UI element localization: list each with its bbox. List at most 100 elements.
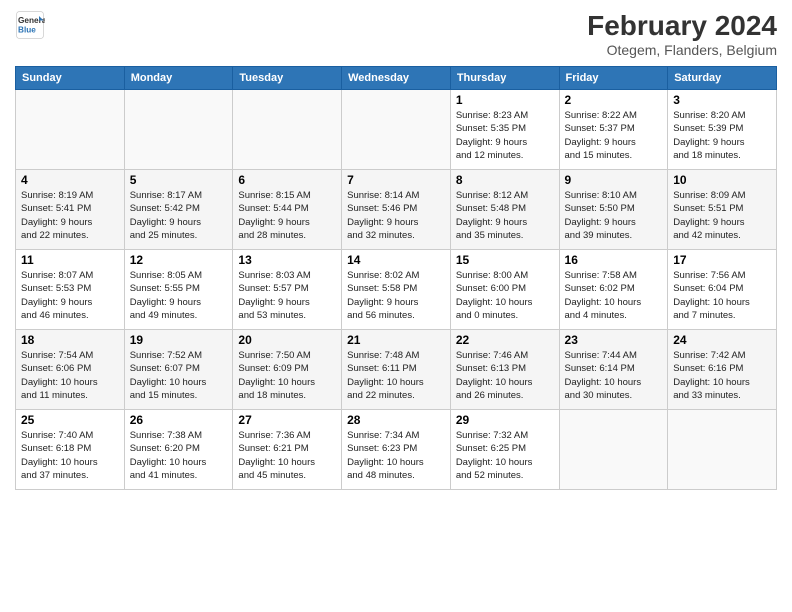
main-title: February 2024 — [587, 10, 777, 42]
day-number: 22 — [456, 333, 554, 347]
table-cell: 3 Sunrise: 8:20 AM Sunset: 5:39 PM Daylig… — [668, 90, 777, 170]
day-info: Sunrise: 8:15 AM Sunset: 5:44 PM Dayligh… — [238, 189, 336, 242]
table-cell: 18 Sunrise: 7:54 AM Sunset: 6:06 PM Dayli… — [16, 330, 125, 410]
table-cell: 25 Sunrise: 7:40 AM Sunset: 6:18 PM Dayli… — [16, 410, 125, 490]
day-number: 5 — [130, 173, 228, 187]
table-cell: 29 Sunrise: 7:32 AM Sunset: 6:25 PM Dayli… — [450, 410, 559, 490]
day-number: 29 — [456, 413, 554, 427]
day-number: 18 — [21, 333, 119, 347]
header-friday: Friday — [559, 67, 668, 90]
day-number: 9 — [565, 173, 663, 187]
table-cell — [668, 410, 777, 490]
header-thursday: Thursday — [450, 67, 559, 90]
week-row-4: 18 Sunrise: 7:54 AM Sunset: 6:06 PM Dayli… — [16, 330, 777, 410]
day-number: 14 — [347, 253, 445, 267]
table-cell: 8Sunrise: 8:12 AM Sunset: 5:48 PM Daylig… — [450, 170, 559, 250]
table-cell: 4 Sunrise: 8:19 AM Sunset: 5:41 PM Daylig… — [16, 170, 125, 250]
table-cell: 11 Sunrise: 8:07 AM Sunset: 5:53 PM Dayli… — [16, 250, 125, 330]
header-saturday: Saturday — [668, 67, 777, 90]
day-number: 6 — [238, 173, 336, 187]
table-cell: 26 Sunrise: 7:38 AM Sunset: 6:20 PM Dayli… — [124, 410, 233, 490]
table-cell: 13Sunrise: 8:03 AM Sunset: 5:57 PM Dayli… — [233, 250, 342, 330]
day-number: 1 — [456, 93, 554, 107]
day-number: 20 — [238, 333, 336, 347]
table-cell: 9Sunrise: 8:10 AM Sunset: 5:50 PM Daylig… — [559, 170, 668, 250]
table-cell: 21 Sunrise: 7:48 AM Sunset: 6:11 PM Dayli… — [342, 330, 451, 410]
day-info: Sunrise: 7:48 AM Sunset: 6:11 PM Dayligh… — [347, 349, 445, 402]
day-info: Sunrise: 7:46 AM Sunset: 6:13 PM Dayligh… — [456, 349, 554, 402]
header-wednesday: Wednesday — [342, 67, 451, 90]
day-number: 27 — [238, 413, 336, 427]
day-info: Sunrise: 8:12 AM Sunset: 5:48 PM Dayligh… — [456, 189, 554, 242]
week-row-1: 1 Sunrise: 8:23 AM Sunset: 5:35 PM Daylig… — [16, 90, 777, 170]
day-number: 3 — [673, 93, 771, 107]
calendar-header: Sunday Monday Tuesday Wednesday Thursday… — [16, 67, 777, 90]
day-info: Sunrise: 7:34 AM Sunset: 6:23 PM Dayligh… — [347, 429, 445, 482]
table-cell: 22 Sunrise: 7:46 AM Sunset: 6:13 PM Dayli… — [450, 330, 559, 410]
week-row-3: 11 Sunrise: 8:07 AM Sunset: 5:53 PM Dayli… — [16, 250, 777, 330]
table-cell: 1 Sunrise: 8:23 AM Sunset: 5:35 PM Daylig… — [450, 90, 559, 170]
day-info: Sunrise: 8:19 AM Sunset: 5:41 PM Dayligh… — [21, 189, 119, 242]
logo: General Blue — [15, 10, 45, 40]
day-info: Sunrise: 7:54 AM Sunset: 6:06 PM Dayligh… — [21, 349, 119, 402]
day-info: Sunrise: 7:50 AM Sunset: 6:09 PM Dayligh… — [238, 349, 336, 402]
day-number: 17 — [673, 253, 771, 267]
day-info: Sunrise: 8:05 AM Sunset: 5:55 PM Dayligh… — [130, 269, 228, 322]
day-info: Sunrise: 7:36 AM Sunset: 6:21 PM Dayligh… — [238, 429, 336, 482]
day-info: Sunrise: 7:56 AM Sunset: 6:04 PM Dayligh… — [673, 269, 771, 322]
logo-icon: General Blue — [15, 10, 45, 40]
day-number: 15 — [456, 253, 554, 267]
day-number: 7 — [347, 173, 445, 187]
day-info: Sunrise: 8:07 AM Sunset: 5:53 PM Dayligh… — [21, 269, 119, 322]
day-info: Sunrise: 7:52 AM Sunset: 6:07 PM Dayligh… — [130, 349, 228, 402]
day-info: Sunrise: 8:14 AM Sunset: 5:46 PM Dayligh… — [347, 189, 445, 242]
day-info: Sunrise: 7:32 AM Sunset: 6:25 PM Dayligh… — [456, 429, 554, 482]
table-cell: 23Sunrise: 7:44 AM Sunset: 6:14 PM Dayli… — [559, 330, 668, 410]
header-row: Sunday Monday Tuesday Wednesday Thursday… — [16, 67, 777, 90]
day-info: Sunrise: 7:40 AM Sunset: 6:18 PM Dayligh… — [21, 429, 119, 482]
header-monday: Monday — [124, 67, 233, 90]
day-info: Sunrise: 7:58 AM Sunset: 6:02 PM Dayligh… — [565, 269, 663, 322]
day-info: Sunrise: 7:42 AM Sunset: 6:16 PM Dayligh… — [673, 349, 771, 402]
day-info: Sunrise: 8:09 AM Sunset: 5:51 PM Dayligh… — [673, 189, 771, 242]
day-number: 13 — [238, 253, 336, 267]
table-cell: 10 Sunrise: 8:09 AM Sunset: 5:51 PM Dayli… — [668, 170, 777, 250]
table-cell: 19 Sunrise: 7:52 AM Sunset: 6:07 PM Dayli… — [124, 330, 233, 410]
day-number: 25 — [21, 413, 119, 427]
table-cell: 16 Sunrise: 7:58 AM Sunset: 6:02 PM Dayli… — [559, 250, 668, 330]
day-info: Sunrise: 8:23 AM Sunset: 5:35 PM Dayligh… — [456, 109, 554, 162]
day-number: 19 — [130, 333, 228, 347]
subtitle: Otegem, Flanders, Belgium — [587, 42, 777, 58]
table-cell: 2Sunrise: 8:22 AM Sunset: 5:37 PM Daylig… — [559, 90, 668, 170]
day-number: 16 — [565, 253, 663, 267]
header: General Blue February 2024 Otegem, Fland… — [15, 10, 777, 58]
day-number: 10 — [673, 173, 771, 187]
day-info: Sunrise: 8:02 AM Sunset: 5:58 PM Dayligh… — [347, 269, 445, 322]
table-cell — [342, 90, 451, 170]
table-cell: 24 Sunrise: 7:42 AM Sunset: 6:16 PM Dayli… — [668, 330, 777, 410]
day-number: 26 — [130, 413, 228, 427]
day-number: 28 — [347, 413, 445, 427]
day-info: Sunrise: 8:20 AM Sunset: 5:39 PM Dayligh… — [673, 109, 771, 162]
week-row-5: 25 Sunrise: 7:40 AM Sunset: 6:18 PM Dayli… — [16, 410, 777, 490]
day-info: Sunrise: 7:44 AM Sunset: 6:14 PM Dayligh… — [565, 349, 663, 402]
table-cell — [16, 90, 125, 170]
calendar-body: 1 Sunrise: 8:23 AM Sunset: 5:35 PM Daylig… — [16, 90, 777, 490]
table-cell: 15Sunrise: 8:00 AM Sunset: 6:00 PM Dayli… — [450, 250, 559, 330]
day-number: 11 — [21, 253, 119, 267]
page: General Blue February 2024 Otegem, Fland… — [0, 0, 792, 612]
header-tuesday: Tuesday — [233, 67, 342, 90]
table-cell — [124, 90, 233, 170]
table-cell — [233, 90, 342, 170]
day-info: Sunrise: 7:38 AM Sunset: 6:20 PM Dayligh… — [130, 429, 228, 482]
week-row-2: 4 Sunrise: 8:19 AM Sunset: 5:41 PM Daylig… — [16, 170, 777, 250]
day-number: 4 — [21, 173, 119, 187]
title-block: February 2024 Otegem, Flanders, Belgium — [587, 10, 777, 58]
table-cell: 17 Sunrise: 7:56 AM Sunset: 6:04 PM Dayli… — [668, 250, 777, 330]
table-cell: 27 Sunrise: 7:36 AM Sunset: 6:21 PM Dayli… — [233, 410, 342, 490]
day-number: 21 — [347, 333, 445, 347]
table-cell: 14 Sunrise: 8:02 AM Sunset: 5:58 PM Dayli… — [342, 250, 451, 330]
day-info: Sunrise: 8:17 AM Sunset: 5:42 PM Dayligh… — [130, 189, 228, 242]
day-number: 24 — [673, 333, 771, 347]
day-number: 2 — [565, 93, 663, 107]
